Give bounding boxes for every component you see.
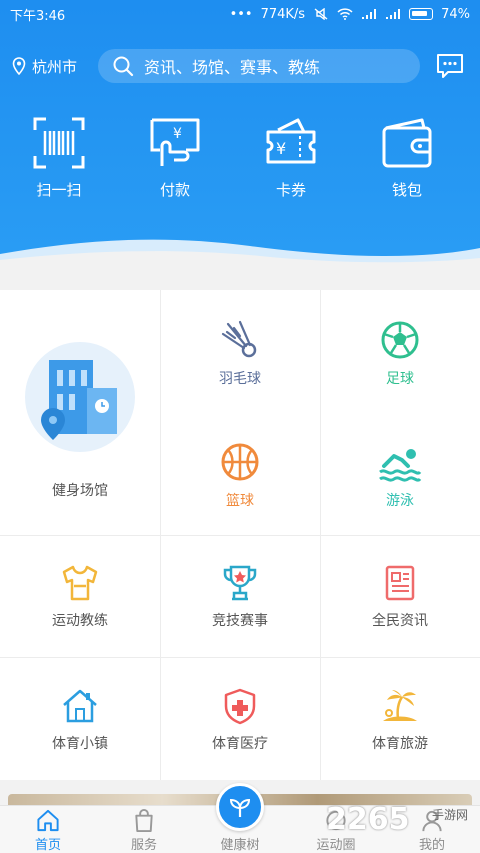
signal-icon-2 [386, 9, 401, 19]
wallet-label: 钱包 [391, 181, 422, 199]
tab-profile-label: 我的 [418, 838, 445, 853]
soccer-ball-icon [381, 321, 419, 359]
soccer-item[interactable]: 足球 [320, 320, 480, 388]
quick-actions: 扫一扫 ¥ 付款 ¥ 卡券 钱包 [0, 116, 480, 206]
header: 下午3:46 ••• 774K/s 74% 杭州市 资讯、场馆、赛事、教练 扫一… [0, 0, 480, 270]
coupon-label: 卡券 [275, 181, 306, 199]
news-item[interactable]: 全民资讯 [320, 564, 480, 630]
competition-label: 竞技赛事 [212, 613, 268, 629]
pay-label: 付款 [159, 181, 190, 199]
jersey-icon [62, 565, 98, 601]
newspaper-icon [385, 565, 415, 601]
swimming-label: 游泳 [386, 493, 414, 509]
news-label: 全民资讯 [372, 613, 428, 629]
sports-medical-label: 体育医疗 [212, 736, 268, 752]
basketball-label: 篮球 [226, 493, 254, 509]
tab-health-tree-label: 健康树 [220, 838, 260, 853]
watermark-logo: 2265 [326, 802, 410, 837]
more-dots-icon: ••• [229, 6, 253, 22]
coupon-button[interactable]: ¥ 卡券 [234, 116, 348, 206]
feature-grid: 健身场馆 羽毛球 足球 篮球 游泳 运动教练 竞技赛事 全民资讯 体育小镇 体育… [0, 290, 480, 780]
venue-illustration [25, 342, 135, 452]
sports-town-label: 体育小镇 [52, 736, 108, 752]
wallet-button[interactable]: 钱包 [350, 116, 464, 206]
watermark-site: 手游网 [432, 808, 469, 822]
pay-button[interactable]: ¥ 付款 [118, 116, 232, 206]
basketball-item[interactable]: 篮球 [160, 442, 320, 510]
health-tree-button[interactable] [216, 783, 264, 831]
message-icon[interactable] [436, 53, 464, 79]
home-icon [37, 809, 59, 832]
sports-travel-label: 体育旅游 [372, 736, 428, 752]
status-time: 下午3:46 [10, 8, 66, 24]
badminton-icon [221, 320, 257, 358]
sports-medical-item[interactable]: 体育医疗 [160, 687, 320, 753]
house-icon [63, 689, 97, 723]
coupon-icon: ¥ [266, 118, 316, 164]
medical-shield-icon [224, 688, 256, 725]
scan-label: 扫一扫 [36, 181, 82, 199]
tab-services[interactable]: 服务 [96, 806, 192, 853]
swimming-item[interactable]: 游泳 [320, 442, 480, 510]
fitness-venue-card[interactable]: 健身场馆 [0, 290, 160, 535]
coach-label: 运动教练 [52, 613, 108, 629]
mute-icon [314, 8, 328, 20]
badminton-item[interactable]: 羽毛球 [160, 320, 320, 388]
tab-home[interactable]: 首页 [0, 806, 96, 853]
location-label: 杭州市 [32, 57, 78, 76]
search-placeholder: 资讯、场馆、赛事、教练 [144, 58, 321, 77]
badminton-label: 羽毛球 [219, 371, 261, 387]
tab-home-label: 首页 [34, 838, 61, 853]
palm-island-icon [383, 690, 417, 721]
sports-town-item[interactable]: 体育小镇 [0, 687, 160, 753]
wallet-icon [382, 118, 432, 168]
soccer-label: 足球 [386, 371, 414, 387]
swimmer-icon [379, 449, 422, 482]
location-selector[interactable]: 杭州市 [12, 56, 98, 77]
signal-icon [362, 9, 377, 19]
trophy-icon [223, 565, 257, 601]
battery-icon [409, 8, 434, 20]
competition-item[interactable]: 竞技赛事 [160, 564, 320, 630]
coach-item[interactable]: 运动教练 [0, 564, 160, 630]
location-pin-icon [12, 57, 26, 75]
basketball-icon [221, 443, 259, 481]
battery-level: 74% [441, 6, 470, 22]
svg-text:¥: ¥ [276, 139, 286, 158]
sprout-icon [229, 798, 251, 817]
scan-button[interactable]: 扫一扫 [2, 116, 116, 206]
tab-services-label: 服务 [130, 838, 157, 853]
wifi-icon [337, 8, 353, 20]
search-icon [113, 56, 134, 77]
sports-travel-item[interactable]: 体育旅游 [320, 687, 480, 753]
scan-icon [33, 117, 85, 169]
search-input[interactable]: 资讯、场馆、赛事、教练 [98, 49, 420, 83]
network-speed: 774K/s [260, 6, 306, 22]
building-icon [41, 360, 117, 440]
status-bar: 下午3:46 ••• 774K/s 74% [0, 0, 480, 28]
header-wave [0, 239, 480, 270]
venue-label: 健身场馆 [52, 483, 108, 499]
payment-icon: ¥ [150, 118, 200, 166]
shopping-bag-icon [135, 808, 153, 833]
svg-text:¥: ¥ [173, 126, 182, 142]
